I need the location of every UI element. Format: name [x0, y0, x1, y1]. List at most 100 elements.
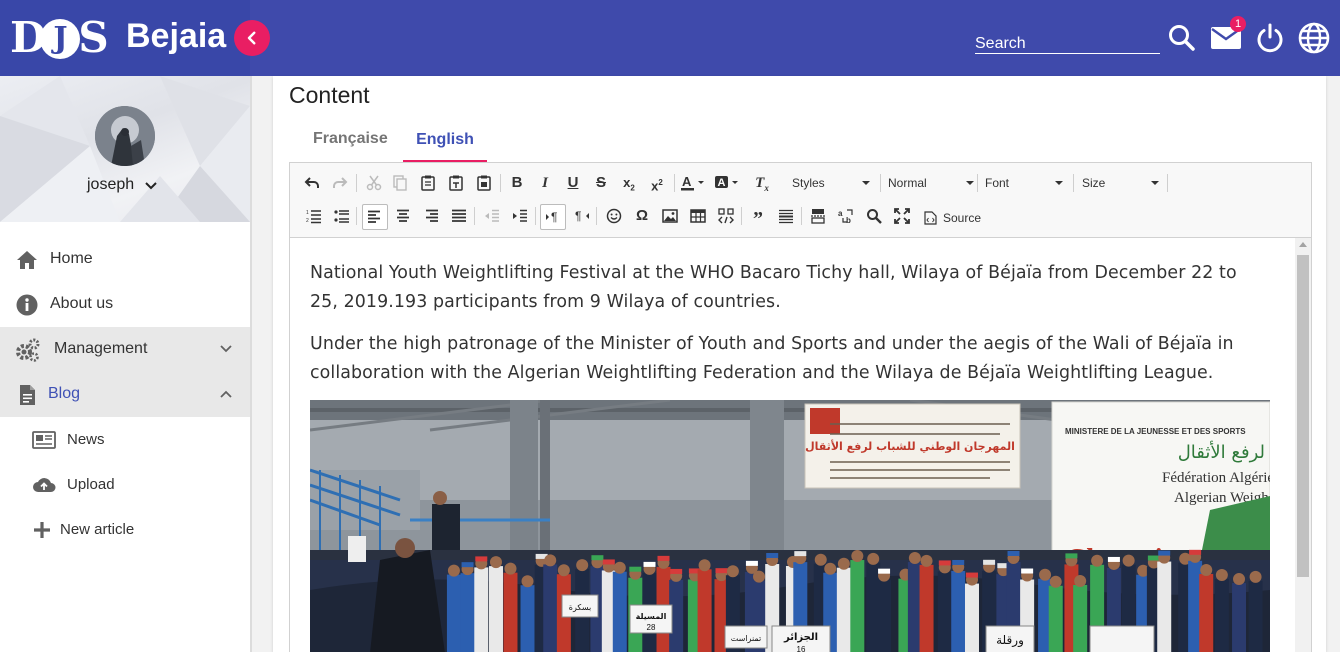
align-left-icon[interactable]	[362, 204, 388, 230]
crowd-head	[521, 575, 534, 588]
tab-francaise[interactable]: Française	[313, 130, 388, 162]
crowd-person	[877, 579, 892, 652]
format-dropdown[interactable]: Normal	[888, 172, 974, 194]
justify-icon[interactable]	[447, 204, 471, 228]
svg-text:a: a	[838, 209, 843, 218]
text-color-icon[interactable]: A	[680, 171, 710, 195]
source-icon	[924, 211, 937, 225]
chevron-down-icon	[1055, 181, 1063, 185]
content-paragraph[interactable]: National Youth Weightlifting Festival at…	[310, 259, 1270, 317]
globe-icon[interactable]	[1298, 22, 1330, 54]
crowd-head	[1049, 575, 1062, 588]
underline-icon[interactable]: U	[561, 171, 585, 195]
toolbar-separator	[801, 207, 802, 225]
crowd-person	[697, 569, 712, 652]
chevron-down-icon	[862, 181, 870, 185]
undo-icon[interactable]	[300, 171, 324, 195]
emoji-icon[interactable]	[602, 204, 626, 228]
crowd-head	[920, 554, 933, 567]
toolbar-separator	[356, 207, 357, 225]
font-dropdown[interactable]: Font	[985, 172, 1071, 194]
find-replace-icon[interactable]: ab	[834, 204, 858, 228]
sidebar-item-label: Management	[54, 340, 148, 357]
toolbar-separator	[500, 174, 501, 192]
rtl-direction-icon[interactable]: ¶	[570, 204, 594, 228]
avatar[interactable]	[95, 106, 155, 166]
article-photo[interactable]: المهرجان الوطني للشباب لرفع الأثقال MINI…	[310, 400, 1270, 652]
horizontal-rule-icon[interactable]	[774, 204, 798, 228]
cut-icon[interactable]	[362, 171, 386, 195]
align-center-icon[interactable]	[391, 204, 415, 228]
content-card: Content Française English B I U S x2 x2 …	[273, 76, 1326, 652]
username[interactable]: joseph	[87, 176, 134, 194]
remove-format-icon[interactable]: Tx	[750, 171, 774, 195]
banner-arabic-word: لرفع الأثقال	[1178, 441, 1265, 463]
background-color-icon[interactable]: A	[714, 171, 744, 195]
crowd-head	[1215, 569, 1228, 582]
sidebar-item-management[interactable]: Management	[0, 327, 250, 372]
paste-icon[interactable]	[416, 171, 440, 195]
outdent-icon[interactable]	[480, 204, 504, 228]
search-input[interactable]	[975, 34, 1160, 54]
scrollbar-thumb[interactable]	[1297, 255, 1309, 577]
djs-logo[interactable]: DJS	[10, 14, 109, 62]
chevron-up-icon	[220, 390, 232, 398]
page-break-icon[interactable]	[806, 204, 830, 228]
paste-text-icon[interactable]	[444, 171, 468, 195]
image-icon[interactable]	[658, 204, 682, 228]
sign-province: بسكرة	[569, 603, 591, 612]
subscript-icon[interactable]: x2	[617, 171, 641, 195]
chevron-down-icon	[966, 181, 974, 185]
tab-label: English	[416, 131, 474, 148]
sidebar-item-upload[interactable]: Upload	[0, 462, 250, 507]
sidebar-item-blog[interactable]: Blog	[0, 372, 250, 417]
toolbar-separator	[474, 207, 475, 225]
cloud-upload-icon	[33, 478, 56, 492]
embed-icon[interactable]	[714, 204, 738, 228]
superscript-icon[interactable]: x2	[645, 171, 669, 195]
italic-icon[interactable]: I	[533, 171, 557, 195]
home-icon	[17, 251, 37, 269]
size-dropdown[interactable]: Size	[1082, 172, 1168, 194]
crowd-person	[919, 564, 934, 652]
sidebar-item-about-us[interactable]: About us	[0, 282, 250, 327]
collapse-sidebar-button[interactable]	[234, 20, 270, 56]
maximize-icon[interactable]	[890, 204, 914, 228]
strikethrough-icon[interactable]: S	[589, 171, 613, 195]
tab-english[interactable]: English	[403, 130, 487, 162]
ltr-direction-icon[interactable]: ¶	[540, 204, 566, 230]
sidebar-item-news[interactable]: News	[0, 417, 250, 462]
scroll-up-arrow-icon[interactable]	[1299, 242, 1307, 247]
find-icon[interactable]	[862, 204, 886, 228]
sidebar-item-new-article[interactable]: New article	[0, 507, 250, 552]
blockquote-icon[interactable]: ”	[746, 204, 770, 230]
crowd-person	[503, 572, 518, 652]
brand-area: DJS Bejaia	[0, 0, 250, 76]
editor-content-area[interactable]: National Youth Weightlifting Festival at…	[290, 238, 1311, 652]
indent-icon[interactable]	[508, 204, 532, 228]
power-icon[interactable]	[1254, 22, 1286, 54]
special-char-icon[interactable]: Ω	[630, 204, 654, 228]
copy-icon[interactable]	[388, 171, 412, 195]
paste-word-icon[interactable]	[472, 171, 496, 195]
redo-icon[interactable]	[328, 171, 352, 195]
editor-scrollbar[interactable]	[1295, 238, 1311, 652]
search-icon[interactable]	[1166, 22, 1198, 54]
crowd-head	[698, 559, 711, 572]
dropdown-label: Size	[1082, 176, 1106, 190]
bullet-list-icon[interactable]	[330, 204, 354, 228]
align-right-icon[interactable]	[419, 204, 443, 228]
toolbar-separator	[356, 174, 357, 192]
styles-dropdown[interactable]: Styles	[792, 172, 878, 194]
sidebar-item-home[interactable]: Home	[0, 237, 250, 282]
numbered-list-icon[interactable]: 12	[302, 204, 326, 228]
bold-icon[interactable]: B	[505, 171, 529, 195]
content-paragraph[interactable]: Under the high patronage of the Minister…	[310, 330, 1270, 388]
crowd-cap	[938, 560, 951, 566]
toolbar-separator	[674, 174, 675, 192]
svg-text:A: A	[718, 177, 726, 189]
table-icon[interactable]	[686, 204, 710, 228]
chevron-down-icon[interactable]	[144, 179, 158, 193]
mail-icon[interactable]: 1	[1210, 16, 1246, 54]
document-icon	[20, 385, 35, 405]
